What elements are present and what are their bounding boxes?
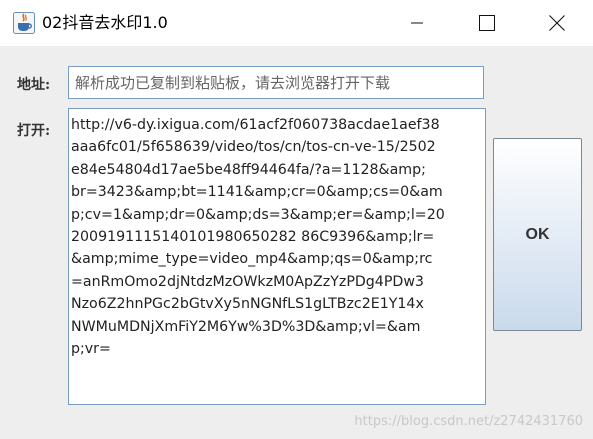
close-button[interactable] [522,0,592,46]
open-label: 打开: [17,123,51,139]
java-coffee-cup-icon[interactable] [13,12,35,34]
result-line: NWMuMDNjXmFiY2M6Yw%3D%3D&amp;vl=&am [71,318,421,335]
window-title: 02抖音去水印1.0 [42,13,168,32]
result-line: http://v6-dy.ixigua.com/61acf2f060738acd… [71,117,440,133]
result-line: p;vr= [71,341,111,358]
result-line: br=3423&amp;bt=1141&amp;cr=0&amp;cs=0&am [71,184,443,201]
maximize-icon [479,15,495,31]
result-line: aaa6fc01/5f658639/video/tos/cn/tos-cn-ve… [71,139,436,156]
result-text-area[interactable]: http://v6-dy.ixigua.com/61acf2f060738acd… [68,108,486,405]
result-line: =anRmOmo2djNtdzMzOWkzM0ApZzYzPDg4PDw3 [71,273,424,290]
result-line: p;cv=1&amp;dr=0&amp;ds=3&amp;er=&amp;l=2… [71,206,445,223]
watermark: https://blog.csdn.net/z2742431760 [354,414,583,429]
result-line: Nzo6Z2hnPGc2bGtvXy5nNGNfLS1gLTBzc2E1Y14x [71,296,424,313]
app-window: 02抖音去水印1.0 地址: 打开: http://v6-dy.ixigua.c… [0,0,593,439]
result-line: e84e54804d17ae5be48ff94464fa/?a=1128&amp… [71,161,426,178]
content-panel: 地址: 打开: http://v6-dy.ixigua.com/61acf2f0… [0,46,593,439]
result-line: 2009191115140101980650282 86C9396&amp;lr… [71,229,435,246]
address-input[interactable] [68,66,484,99]
result-line: &amp;mime_type=video_mp4&amp;qs=0&amp;rc [71,251,433,268]
maximize-button[interactable] [452,0,522,46]
close-icon [549,15,565,31]
minimize-button[interactable] [382,0,452,46]
ok-button[interactable]: OK [493,138,582,331]
address-label: 地址: [17,77,51,93]
minimize-icon [411,22,423,24]
title-bar[interactable]: 02抖音去水印1.0 [0,0,593,46]
